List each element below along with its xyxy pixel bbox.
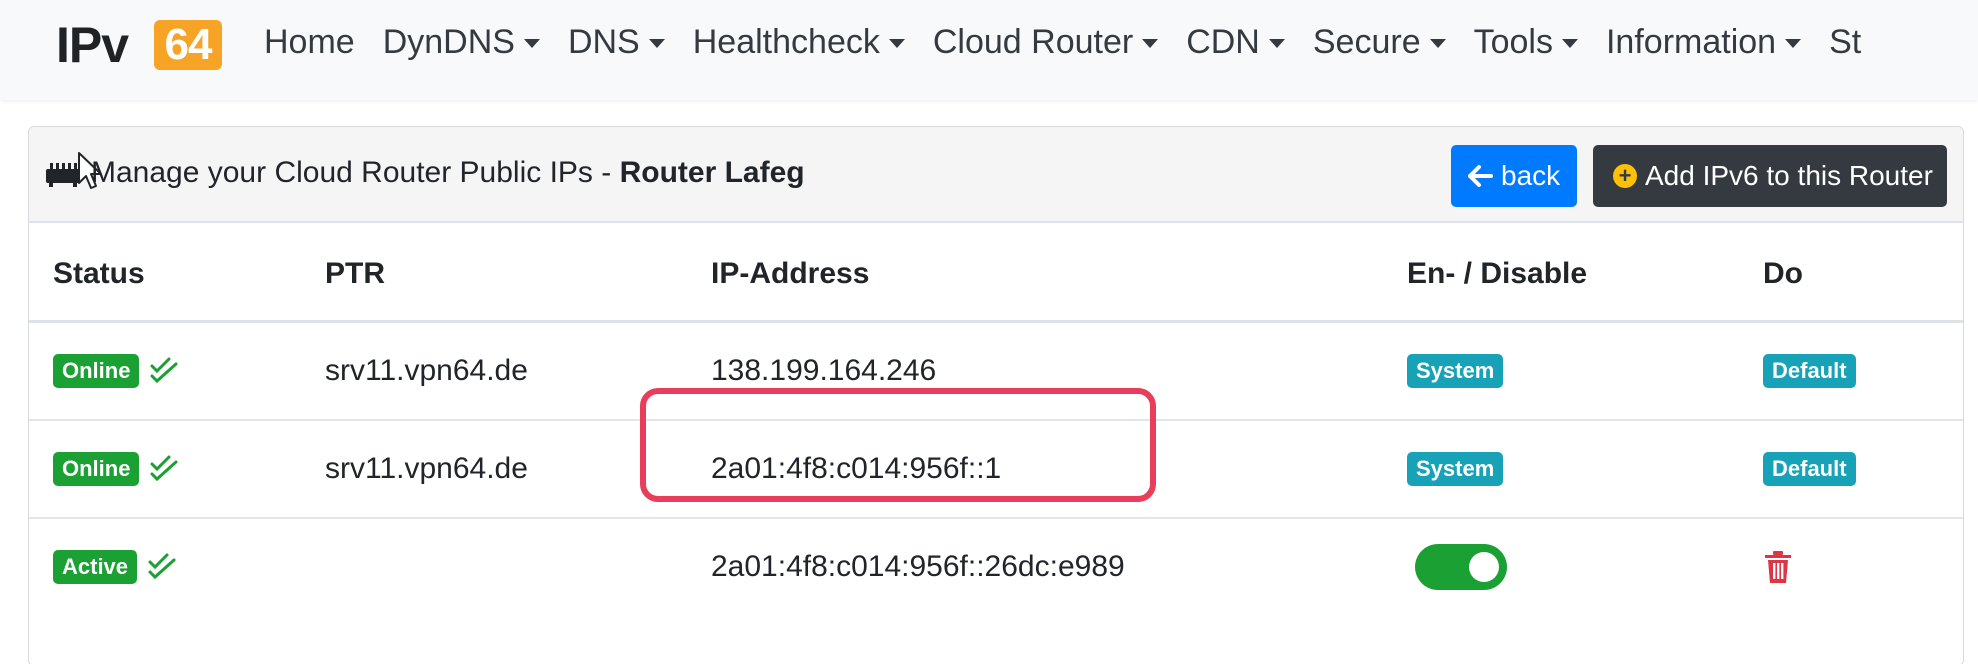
nav-tools-label: Tools bbox=[1473, 22, 1553, 61]
do-cell: Default bbox=[1763, 323, 1856, 419]
chevron-down-icon bbox=[1268, 38, 1285, 48]
chevron-down-icon bbox=[648, 38, 665, 48]
header-ip-address: IP-Address bbox=[711, 257, 870, 290]
table-row: Active 2a01:4f8:c014:956f::26dc:e989 bbox=[29, 519, 1963, 617]
nav-menu: Home DynDNS DNS Healthcheck Cloud Router… bbox=[250, 14, 1875, 70]
add-ipv6-button[interactable]: + Add IPv6 to this Router bbox=[1593, 145, 1947, 207]
header-ptr: PTR bbox=[325, 257, 385, 290]
router-name: Router Lafeg bbox=[619, 156, 805, 189]
back-button-label: back bbox=[1501, 160, 1561, 191]
double-check-icon bbox=[150, 357, 178, 384]
status-badge: Online bbox=[53, 354, 140, 388]
logo-text: IPv bbox=[56, 17, 129, 73]
do-cell bbox=[1763, 519, 1793, 615]
chevron-down-icon bbox=[888, 38, 905, 48]
title-prefix: Manage your Cloud Router Public IPs - bbox=[91, 156, 620, 189]
chevron-down-icon bbox=[523, 38, 540, 48]
nav-tools[interactable]: Tools bbox=[1460, 23, 1592, 62]
nav-healthcheck-label: Healthcheck bbox=[692, 22, 880, 61]
ptr-cell: srv11.vpn64.de bbox=[325, 354, 528, 387]
header-status: Status bbox=[53, 257, 145, 290]
header-enable-disable: En- / Disable bbox=[1407, 257, 1588, 290]
card-header: Manage your Cloud Router Public IPs - Ro… bbox=[29, 127, 1963, 223]
logo-badge: 64 bbox=[154, 20, 222, 70]
default-badge: Default bbox=[1763, 354, 1856, 388]
router-icon bbox=[46, 163, 80, 187]
system-badge: System bbox=[1407, 452, 1504, 486]
nav-status-truncated[interactable]: St bbox=[1815, 23, 1875, 62]
header-do: Do bbox=[1763, 257, 1803, 290]
chevron-down-icon bbox=[1142, 38, 1159, 48]
top-navbar: IPv 64 Home DynDNS DNS Healthcheck Cloud… bbox=[0, 0, 1978, 100]
nav-information[interactable]: Information bbox=[1592, 23, 1815, 62]
ip-address-cell: 2a01:4f8:c014:956f::26dc:e989 bbox=[711, 550, 1125, 583]
status-cell: Active bbox=[53, 519, 177, 615]
trash-icon[interactable] bbox=[1763, 550, 1793, 584]
back-button[interactable]: back bbox=[1451, 145, 1577, 207]
status-cell: Online bbox=[53, 421, 179, 517]
highlight-annotation bbox=[640, 388, 1156, 502]
default-badge: Default bbox=[1763, 452, 1856, 486]
do-cell: Default bbox=[1763, 421, 1856, 517]
nav-dns-label: DNS bbox=[567, 22, 640, 61]
nav-information-label: Information bbox=[1605, 22, 1777, 61]
nav-cloud-router-label: Cloud Router bbox=[932, 22, 1134, 61]
enable-cell bbox=[1407, 519, 1507, 615]
nav-cdn[interactable]: CDN bbox=[1172, 23, 1299, 62]
nav-home-label: Home bbox=[264, 22, 355, 61]
arrow-left-icon bbox=[1468, 165, 1493, 187]
status-cell: Online bbox=[53, 323, 179, 419]
plus-circle-icon: + bbox=[1613, 164, 1637, 188]
nav-dyndns-label: DynDNS bbox=[382, 22, 515, 61]
nav-cdn-label: CDN bbox=[1186, 22, 1260, 61]
table-header-row: Status PTR IP-Address En- / Disable Do bbox=[29, 225, 1963, 323]
chevron-down-icon bbox=[1785, 38, 1802, 48]
nav-home[interactable]: Home bbox=[250, 23, 369, 62]
nav-dyndns[interactable]: DynDNS bbox=[369, 23, 554, 62]
nav-healthcheck[interactable]: Healthcheck bbox=[679, 23, 919, 62]
double-check-icon bbox=[148, 553, 176, 580]
status-badge: Online bbox=[53, 452, 140, 486]
nav-status-label: St bbox=[1829, 22, 1862, 61]
chevron-down-icon bbox=[1561, 38, 1578, 48]
ipv64-logo[interactable]: IPv 64 bbox=[56, 18, 222, 72]
enable-toggle[interactable] bbox=[1415, 544, 1507, 590]
nav-secure[interactable]: Secure bbox=[1299, 23, 1460, 62]
ptr-cell: srv11.vpn64.de bbox=[325, 452, 528, 485]
enable-cell: System bbox=[1407, 421, 1504, 517]
nav-cloud-router[interactable]: Cloud Router bbox=[919, 23, 1172, 62]
chevron-down-icon bbox=[1429, 38, 1446, 48]
page-title: Manage your Cloud Router Public IPs - Ro… bbox=[91, 153, 805, 193]
add-ipv6-label: Add IPv6 to this Router bbox=[1645, 160, 1933, 191]
enable-cell: System bbox=[1407, 323, 1504, 419]
system-badge: System bbox=[1407, 354, 1504, 388]
status-badge: Active bbox=[53, 550, 138, 584]
nav-dns[interactable]: DNS bbox=[554, 23, 679, 62]
double-check-icon bbox=[150, 455, 178, 482]
nav-secure-label: Secure bbox=[1312, 22, 1421, 61]
